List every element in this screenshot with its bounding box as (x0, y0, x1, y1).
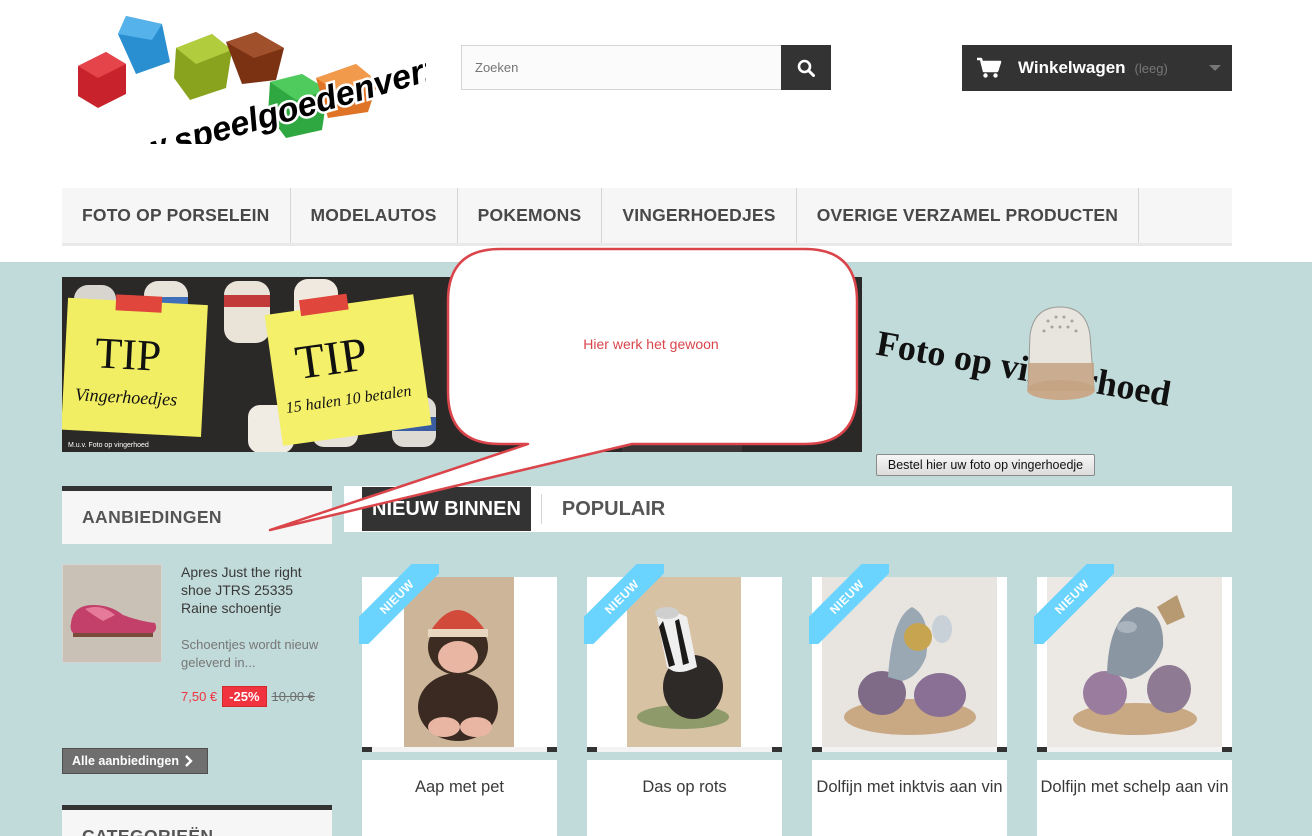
new-ribbon: NIEUW (584, 564, 664, 644)
product-info: Das op rots (587, 760, 782, 836)
all-offers-label: Alle aanbiedingen (72, 754, 179, 768)
discount-badge: -25% (222, 686, 267, 707)
menu-item-foto-op-porselein[interactable]: FOTO OP PORSELEIN (62, 188, 291, 243)
tab-nieuw-binnen[interactable]: NIEUW BINNEN (362, 487, 531, 531)
offer-price: 7,50 € (181, 689, 218, 704)
foto-op-vingerhoed-banner[interactable]: Foto op vingerhoed (862, 277, 1232, 452)
offer-price-row: 7,50 € -25% 10,00 € (181, 686, 315, 707)
menu-item-pokemons[interactable]: POKEMONS (458, 188, 603, 243)
shopping-cart-icon (977, 57, 1002, 78)
tip-banner-image: TIP Vingerhoedjes TIP 15 halen 10 betale… (62, 277, 862, 452)
svg-text:TIP: TIP (94, 328, 162, 380)
site-logo[interactable]: www.speelgoedenverzamel.nl (66, 13, 561, 188)
svg-text:TIP: TIP (292, 328, 371, 391)
svg-text:M.u.v. Foto op vingerhoed: M.u.v. Foto op vingerhoed (68, 442, 149, 449)
new-ribbon: NIEUW (359, 564, 439, 644)
tip-banner[interactable]: TIP Vingerhoedjes TIP 15 halen 10 betale… (62, 277, 862, 452)
offer-product-image[interactable] (62, 564, 162, 663)
product-info: Aap met pet (362, 760, 557, 836)
new-badge: NIEUW (1034, 564, 1114, 644)
cart-status: (leeg) (1134, 60, 1168, 76)
all-offers-button[interactable]: Alle aanbiedingen (62, 748, 208, 774)
logo-cubes-icon: www.speelgoedenverzamel.nl (78, 13, 561, 188)
product-name[interactable]: Das op rots (642, 778, 726, 796)
product-card[interactable]: NIEUW Dolfijn met inktvis aan vin (809, 564, 1007, 836)
chevron-right-icon (185, 755, 193, 767)
tab-populair[interactable]: POPULAIR (552, 487, 675, 531)
product-name[interactable]: Dolfijn met schelp aan vin (1040, 778, 1228, 796)
menu-item-overige-verzamel-producten[interactable]: OVERIGE VERZAMEL PRODUCTEN (797, 188, 1140, 243)
menu-item-vingerhoedjes[interactable]: VINGERHOEDJES (602, 188, 797, 243)
new-badge: NIEUW (584, 564, 664, 644)
image-bar-inner (597, 747, 772, 752)
new-badge: NIEUW (359, 564, 439, 644)
search-button[interactable] (781, 45, 831, 90)
shoe-image (63, 565, 161, 662)
offer-product-name[interactable]: Apres Just the right shoe JTRS 25335 Rai… (181, 563, 331, 617)
new-ribbon: NIEUW (809, 564, 889, 644)
tab-divider (540, 494, 542, 524)
search-bar (461, 45, 831, 90)
new-badge: NIEUW (809, 564, 889, 644)
product-name[interactable]: Aap met pet (415, 778, 504, 796)
offers-block-header[interactable]: AANBIEDINGEN (62, 486, 332, 544)
product-card[interactable]: NIEUW Dolfijn met schelp aan vin (1034, 564, 1232, 836)
chevron-down-icon[interactable] (1209, 65, 1221, 71)
cart-label: Winkelwagen (1018, 58, 1126, 77)
image-bar-inner (822, 747, 997, 752)
svg-text:Foto op vingerhoed: Foto op vingerhoed (873, 323, 1173, 414)
new-ribbon: NIEUW (1034, 564, 1114, 644)
offer-product-description: Schoentjes wordt nieuw geleverd in... (181, 637, 319, 670)
search-icon (797, 59, 815, 77)
search-input[interactable] (461, 45, 781, 90)
categories-block-header[interactable]: CATEGORIEËN (62, 805, 332, 836)
product-card[interactable]: NIEUW Aap met pet (359, 564, 557, 836)
image-bar-inner (1047, 747, 1222, 752)
main-menu: FOTO OP PORSELEIN MODELAUTOS POKEMONS VI… (62, 188, 1232, 246)
menu-item-modelautos[interactable]: MODELAUTOS (291, 188, 458, 243)
order-thimble-photo-button[interactable]: Bestel hier uw foto op vingerhoedje (876, 454, 1095, 476)
product-card[interactable]: NIEUW Das op rots (584, 564, 782, 836)
callout-text: Hier werk het gewoon (583, 336, 719, 352)
categories-title: CATEGORIEËN (82, 826, 214, 836)
product-info: Dolfijn met inktvis aan vin (812, 760, 1007, 836)
image-bar-inner (372, 747, 547, 752)
thimble-banner-image: Foto op vingerhoed (873, 306, 1174, 414)
cart-button[interactable]: Winkelwagen (leeg) (962, 45, 1232, 91)
product-info: Dolfijn met schelp aan vin (1037, 760, 1232, 836)
product-name[interactable]: Dolfijn met inktvis aan vin (816, 778, 1002, 796)
old-price: 10,00 € (271, 689, 315, 704)
offers-title: AANBIEDINGEN (82, 507, 222, 527)
product-tabs: NIEUW BINNEN POPULAIR (344, 486, 1232, 532)
